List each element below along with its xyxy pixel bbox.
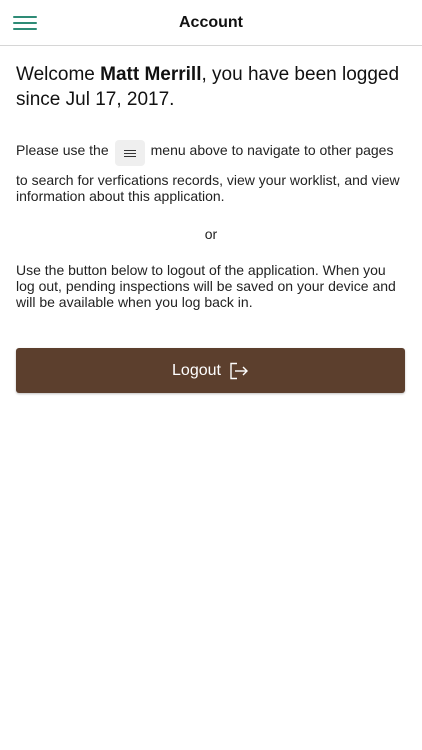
logout-icon bbox=[229, 362, 249, 380]
instructions-after-icon: menu above to navigate to other pages bbox=[150, 142, 394, 158]
logout-button[interactable]: Logout bbox=[16, 348, 405, 393]
or-separator: or bbox=[204, 226, 218, 242]
user-name: Matt Merrill bbox=[100, 64, 202, 85]
account-content: Welcome Matt Merrill, you have been logg… bbox=[16, 62, 406, 310]
logout-label: Logout bbox=[172, 361, 221, 379]
instructions-before-icon: Please use the bbox=[16, 142, 109, 158]
menu-icon bbox=[114, 140, 145, 166]
page-title: Account bbox=[179, 14, 243, 31]
navigation-instructions: Please use the menu above to navigate to… bbox=[16, 140, 406, 204]
top-bar: Account bbox=[0, 0, 422, 46]
welcome-prefix: Welcome bbox=[16, 64, 101, 85]
logout-info: Use the button below to logout of the ap… bbox=[16, 262, 396, 310]
welcome-message: Welcome Matt Merrill, you have been logg… bbox=[16, 62, 406, 112]
instructions-rest: to search for verfications records, view… bbox=[16, 172, 400, 204]
